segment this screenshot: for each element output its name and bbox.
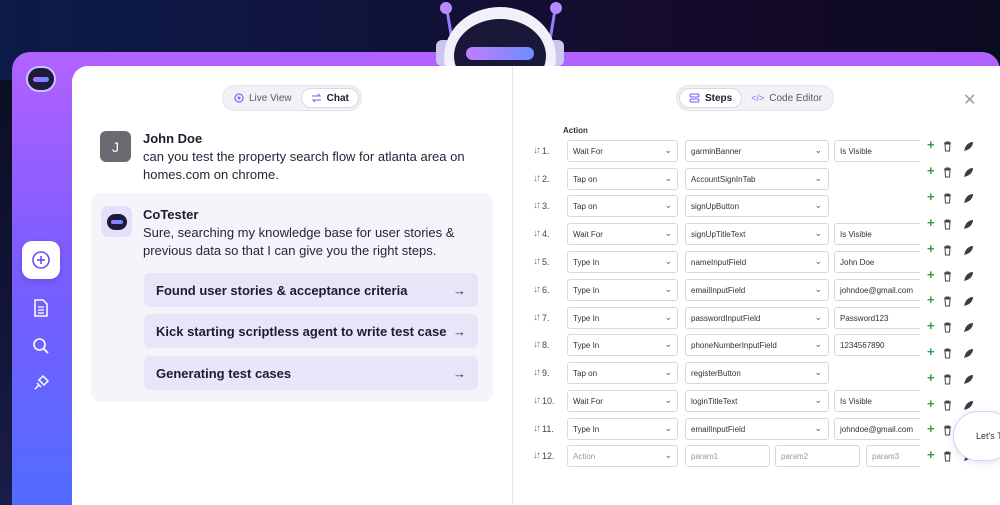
trash-icon[interactable] <box>943 423 952 436</box>
rocket-icon[interactable] <box>963 165 974 177</box>
rocket-icon[interactable] <box>963 294 974 306</box>
live-view-icon <box>234 93 244 103</box>
trash-icon[interactable] <box>943 294 952 307</box>
trash-icon[interactable] <box>943 372 952 385</box>
view-toggle: Live View Chat <box>222 85 362 111</box>
tab-chat[interactable]: Chat <box>300 88 359 108</box>
add-step-icon[interactable]: + <box>927 292 935 307</box>
step-actions: + <box>0 343 1000 365</box>
rocket-icon[interactable] <box>963 372 974 384</box>
add-step-icon[interactable]: + <box>927 241 935 256</box>
rocket-icon[interactable] <box>963 191 974 203</box>
trash-icon[interactable] <box>943 269 952 282</box>
step-actions: + <box>0 395 1000 417</box>
add-step-icon[interactable]: + <box>927 267 935 282</box>
tab-steps[interactable]: Steps <box>679 88 743 108</box>
tab-live-view-label: Live View <box>249 92 292 104</box>
tab-code-editor[interactable]: </> Code Editor <box>742 88 831 108</box>
trash-icon[interactable] <box>943 320 952 333</box>
step-actions: + <box>0 420 1000 442</box>
trash-icon[interactable] <box>943 217 952 230</box>
rocket-icon[interactable] <box>963 320 974 332</box>
action-column-header: Action <box>563 126 588 135</box>
add-step-icon[interactable]: + <box>927 189 935 204</box>
trash-icon[interactable] <box>943 346 952 359</box>
chat-bubble[interactable]: Let's T <box>953 411 1000 461</box>
add-step-icon[interactable]: + <box>927 370 935 385</box>
add-step-icon[interactable]: + <box>927 344 935 359</box>
tab-live-view[interactable]: Live View <box>225 88 301 108</box>
step-actions: + <box>0 446 1000 468</box>
add-step-icon[interactable]: + <box>927 396 935 411</box>
tab-chat-label: Chat <box>326 92 349 104</box>
app-logo-icon[interactable] <box>26 66 56 92</box>
step-actions: + <box>0 291 1000 313</box>
editor-toggle: Steps </> Code Editor <box>676 85 835 111</box>
add-step-icon[interactable]: + <box>927 318 935 333</box>
trash-icon[interactable] <box>943 449 952 462</box>
chat-arrows-icon <box>311 93 321 103</box>
tab-steps-label: Steps <box>705 92 733 104</box>
add-step-icon[interactable]: + <box>927 215 935 230</box>
step-actions: + <box>0 266 1000 288</box>
code-icon: </> <box>751 93 765 103</box>
rocket-icon[interactable] <box>963 269 974 281</box>
rocket-icon[interactable] <box>963 243 974 255</box>
rocket-icon[interactable] <box>963 398 974 410</box>
step-actions: + <box>0 136 1000 158</box>
trash-icon[interactable] <box>943 243 952 256</box>
trash-icon[interactable] <box>943 139 952 152</box>
trash-icon[interactable] <box>943 398 952 411</box>
steps-icon <box>689 93 700 103</box>
rocket-icon[interactable] <box>963 139 974 151</box>
step-actions: + <box>0 214 1000 236</box>
step-actions: + <box>0 240 1000 262</box>
tab-code-editor-label: Code Editor <box>769 92 823 104</box>
add-step-icon[interactable]: + <box>927 421 935 436</box>
add-step-icon[interactable]: + <box>927 447 935 462</box>
add-step-icon[interactable]: + <box>927 163 935 178</box>
rocket-icon[interactable] <box>963 346 974 358</box>
rocket-icon[interactable] <box>963 217 974 229</box>
trash-icon[interactable] <box>943 165 952 178</box>
trash-icon[interactable] <box>943 191 952 204</box>
close-icon[interactable]: ✕ <box>963 90 976 110</box>
step-actions: + <box>0 317 1000 339</box>
step-actions: + <box>0 369 1000 391</box>
step-actions: + <box>0 188 1000 210</box>
add-step-icon[interactable]: + <box>927 137 935 152</box>
step-actions: + <box>0 162 1000 184</box>
